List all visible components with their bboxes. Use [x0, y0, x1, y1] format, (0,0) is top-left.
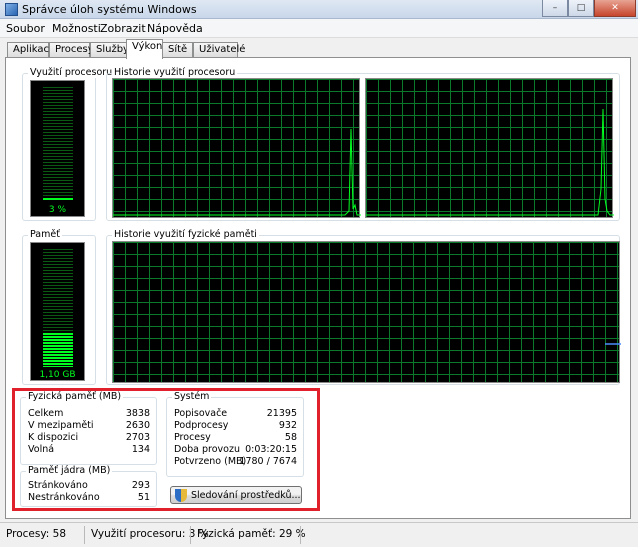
- tab-site[interactable]: Sítě: [162, 42, 193, 58]
- memory-usage-value: 1,10 GB: [39, 370, 76, 380]
- cpu-history-graph-core2: [365, 78, 614, 218]
- menu-moznosti[interactable]: Možnosti: [52, 22, 101, 35]
- status-memory: Fyzická paměť: 29 %: [197, 528, 306, 540]
- memory-meter: 1,10 GB: [30, 242, 85, 381]
- tab-vykon[interactable]: Výkon: [126, 39, 163, 59]
- cpu-history-line-1: [113, 128, 361, 216]
- menu-soubor[interactable]: Soubor: [6, 22, 45, 35]
- highlight-annotation: [12, 388, 320, 511]
- memory-meter-fill: [43, 333, 73, 367]
- window-title: Správce úloh systému Windows: [22, 3, 197, 16]
- status-separator: [190, 526, 191, 544]
- task-manager-window: Správce úloh systému Windows – □ ✕ Soubo…: [0, 0, 638, 547]
- cpu-meter-track: [43, 87, 73, 201]
- menu-bar: Soubor Možnosti Zobrazit Nápověda: [0, 19, 638, 38]
- title-bar[interactable]: Správce úloh systému Windows – □ ✕: [0, 0, 638, 19]
- cpu-history-graph-core1: [112, 78, 361, 218]
- memory-history-label: Historie využití fyzické paměti: [112, 229, 259, 240]
- minimize-button[interactable]: –: [542, 0, 568, 17]
- memory-history-graph: [112, 241, 621, 383]
- cpu-meter: 3 %: [30, 80, 85, 217]
- maximize-button[interactable]: □: [568, 0, 594, 17]
- cpu-history-line-2: [366, 108, 614, 216]
- status-separator: [300, 526, 301, 544]
- status-cpu: Využití procesoru: 3 %: [91, 528, 209, 540]
- tab-procesy[interactable]: Procesy: [49, 42, 94, 58]
- close-button[interactable]: ✕: [594, 0, 636, 17]
- status-bar: Procesy: 58 Využití procesoru: 3 % Fyzic…: [0, 522, 638, 547]
- tab-aplikace[interactable]: Aplikace: [7, 42, 55, 58]
- cpu-history-label: Historie využití procesoru: [112, 67, 238, 78]
- cpu-meter-fill: [43, 198, 73, 201]
- tab-sluzby[interactable]: Služby: [90, 42, 129, 58]
- status-processes: Procesy: 58: [6, 528, 67, 540]
- menu-napoveda[interactable]: Nápověda: [147, 22, 203, 35]
- cpu-usage-label: Využití procesoru: [28, 67, 115, 78]
- memory-history-line: [605, 343, 621, 345]
- task-manager-icon: [5, 3, 18, 16]
- menu-zobrazit[interactable]: Zobrazit: [100, 22, 146, 35]
- status-separator: [84, 526, 85, 544]
- tab-uzivatele[interactable]: Uživatelé: [193, 42, 245, 58]
- cpu-usage-value: 3 %: [48, 205, 67, 215]
- memory-label: Paměť: [28, 229, 62, 240]
